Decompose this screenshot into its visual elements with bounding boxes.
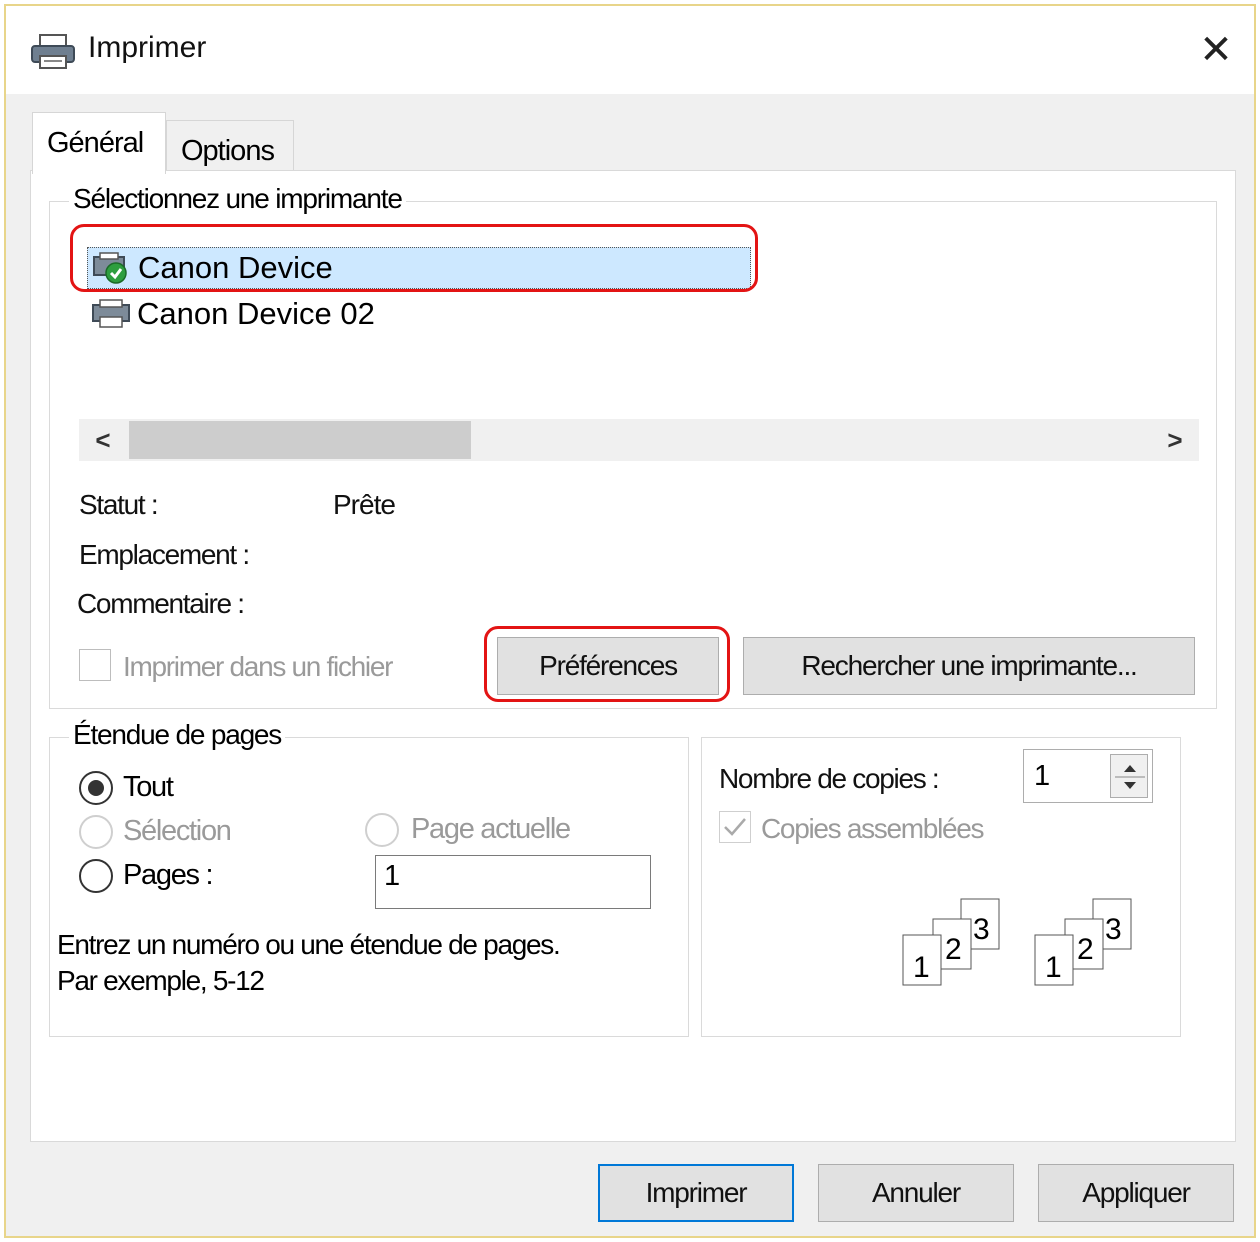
- collate-page-3: 3: [973, 913, 990, 946]
- current-page-label: Page actuelle: [411, 813, 571, 845]
- collate-page-3: 3: [1105, 913, 1122, 946]
- tab-general[interactable]: Général: [32, 112, 166, 174]
- printer-name: Canon Device 02: [137, 296, 375, 331]
- copies-count-label: Nombre de copies :: [719, 763, 940, 794]
- collate-label: Copies assemblées: [761, 813, 985, 844]
- pages-input[interactable]: 1: [375, 855, 651, 909]
- close-button[interactable]: ✕: [1192, 24, 1240, 76]
- page-range-legend: Étendue de pages: [69, 719, 286, 751]
- printer-item-canon-device[interactable]: Canon Device: [87, 247, 751, 289]
- radio-selected-dot: [88, 780, 104, 796]
- apply-button[interactable]: Appliquer: [1038, 1164, 1234, 1222]
- pages-label: Pages :: [123, 859, 214, 891]
- scroll-right-arrow-icon[interactable]: >: [1153, 419, 1197, 461]
- copies-spin-buttons[interactable]: [1110, 754, 1148, 798]
- print-to-file-checkbox[interactable]: [79, 649, 111, 681]
- status-value: Prête: [333, 489, 396, 520]
- page-range-hint: Entrez un numéro ou une étendue de pages…: [57, 927, 561, 999]
- all-pages-radio[interactable]: [79, 771, 113, 805]
- selection-radio[interactable]: [79, 815, 113, 849]
- collate-page-1: 1: [913, 951, 930, 984]
- checkmark-icon: [724, 818, 746, 836]
- printer-default-icon: [93, 252, 127, 284]
- printer-name: Canon Device: [138, 250, 333, 285]
- general-tab-panel: Sélectionnez une imprimante Canon Device…: [30, 170, 1236, 1142]
- copies-value: 1: [1034, 760, 1051, 792]
- collate-pages-icon: 3 2 1 3 2 1: [902, 898, 1132, 986]
- location-label: Emplacement :: [79, 539, 250, 570]
- printer-icon: [31, 34, 75, 69]
- all-pages-label: Tout: [123, 771, 174, 803]
- current-page-radio[interactable]: [365, 813, 399, 847]
- print-dialog: Imprimer ✕ Général Options Sélectionnez …: [4, 4, 1256, 1238]
- collate-checkbox[interactable]: [719, 811, 751, 843]
- page-range-hint-line1: Entrez un numéro ou une étendue de pages…: [57, 929, 561, 960]
- scrollbar-thumb[interactable]: [129, 421, 471, 459]
- print-to-file-label: Imprimer dans un fichier: [123, 651, 393, 682]
- printer-group-legend: Sélectionnez une imprimante: [69, 183, 406, 215]
- print-button[interactable]: Imprimer: [598, 1164, 794, 1222]
- collate-page-2: 2: [1077, 933, 1094, 966]
- printer-list-scrollbar[interactable]: < >: [79, 419, 1199, 461]
- printer-icon: [92, 299, 130, 328]
- printer-item-canon-device-02[interactable]: Canon Device 02: [87, 293, 487, 335]
- scroll-left-arrow-icon[interactable]: <: [81, 419, 125, 461]
- dialog-footer: Imprimer Annuler Appliquer: [6, 1142, 1254, 1236]
- pages-radio[interactable]: [79, 859, 113, 893]
- page-range-hint-line2: Par exemple, 5-12: [57, 965, 265, 996]
- title-bar: Imprimer ✕: [6, 6, 1254, 94]
- collate-page-1: 1: [1045, 951, 1062, 984]
- cancel-button[interactable]: Annuler: [818, 1164, 1014, 1222]
- spin-arrows-icon[interactable]: [1111, 755, 1149, 799]
- preferences-button[interactable]: Préférences: [497, 637, 719, 695]
- find-printer-button[interactable]: Rechercher une imprimante...: [743, 637, 1195, 695]
- status-label: Statut :: [79, 489, 159, 520]
- window-title: Imprimer: [88, 31, 207, 64]
- comment-label: Commentaire :: [77, 588, 245, 619]
- tab-options[interactable]: Options: [166, 120, 294, 172]
- collate-page-2: 2: [945, 933, 962, 966]
- selection-label: Sélection: [123, 815, 232, 847]
- copies-spinner[interactable]: 1: [1023, 749, 1153, 803]
